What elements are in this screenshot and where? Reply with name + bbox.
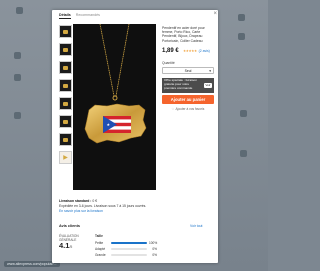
- thumbnail-5[interactable]: [59, 97, 72, 110]
- dist-bar: [111, 242, 147, 244]
- tab-details[interactable]: Détails: [59, 13, 71, 19]
- overall-rating-score: 4.1/5: [59, 242, 85, 251]
- pendant-illustration: ★: [73, 23, 156, 190]
- chevron-down-icon: ▾: [209, 69, 211, 73]
- thumbnail-3[interactable]: [59, 61, 72, 74]
- pendant-thumb-image: [63, 65, 68, 70]
- star-rating-icon: ★★★★★: [183, 49, 197, 53]
- reviews-heading: Avis clients: [59, 224, 80, 228]
- delivery-info: Livraison standard : 0 € Expédiée en 3-6…: [59, 199, 146, 213]
- thumbnail-list: ▶: [59, 25, 72, 169]
- pendant-thumb-image: [63, 101, 68, 106]
- thumbnail-1[interactable]: [59, 25, 72, 38]
- dist-bar: [111, 248, 147, 250]
- bg-side-icon-5[interactable]: [240, 150, 247, 157]
- dist-row: Grande 0%: [95, 253, 157, 257]
- delivery-more-link[interactable]: En savoir plus sur la livraison: [59, 209, 146, 213]
- main-product-image[interactable]: ★: [73, 23, 156, 190]
- dist-header: Taille: [95, 234, 103, 238]
- delivery-standard: Livraison standard : 0 €: [59, 199, 146, 203]
- bg-side-icon-4[interactable]: [240, 110, 247, 117]
- pendant-thumb-image: [63, 119, 68, 124]
- dist-label: Adapté: [95, 247, 106, 251]
- dist-label: Petite: [95, 241, 104, 245]
- flag-icon: ★: [103, 116, 131, 133]
- wishlist-label: Ajouter à vos favoris: [175, 107, 205, 111]
- pendant-thumb-image: [63, 137, 68, 142]
- see-all-reviews-link[interactable]: Voir tout: [190, 224, 202, 228]
- quantity-label: Quantité: [162, 61, 175, 65]
- size-fit-distribution: Taille Petite 100% Adapté 0% Grande 0%: [95, 234, 157, 259]
- tab-recommended[interactable]: Recommandés: [76, 13, 100, 19]
- score-max: /5: [69, 245, 73, 249]
- dist-fill: [111, 242, 147, 244]
- thumbnail-4[interactable]: [59, 79, 72, 92]
- add-to-cart-button[interactable]: Ajouter au panier: [162, 95, 214, 104]
- bg-side-icon-3[interactable]: [14, 112, 21, 119]
- modal-tabs: Détails Recommandés: [59, 13, 100, 19]
- score-value: 4.1: [59, 241, 70, 250]
- bg-logo-icon[interactable]: [16, 7, 23, 14]
- thumbnail-2[interactable]: [59, 43, 72, 56]
- dist-pct: 100%: [149, 241, 158, 245]
- thumbnail-7[interactable]: [59, 133, 72, 146]
- dist-row: Adapté 0%: [95, 247, 157, 251]
- delivery-timing: Expédiée en 3-6 jours. Livraison sous 7 …: [59, 204, 147, 208]
- pendant-thumb-image: [63, 83, 68, 88]
- delivery-standard-value: 0 €: [92, 199, 98, 203]
- product-quickview-modal: × Détails Recommandés ▶ ★ Pendentif en a…: [52, 10, 218, 263]
- overall-rating: ÉVALUATION GÉNÉRALE 4.1/5: [59, 234, 85, 251]
- wishlist-link[interactable]: ♡Ajouter à vos favoris: [162, 107, 214, 111]
- quantity-select[interactable]: Seul ▾: [162, 67, 214, 74]
- promo-banner: Offre spéciale : livraison gratuite pour…: [162, 78, 214, 93]
- delivery-standard-label: Livraison standard :: [59, 199, 92, 203]
- promo-text: Offre spéciale : livraison gratuite pour…: [164, 78, 197, 90]
- dist-pct: 0%: [152, 253, 157, 257]
- bg-cart-icon[interactable]: [238, 14, 245, 21]
- close-icon[interactable]: ×: [213, 11, 217, 17]
- thumbnail-6[interactable]: [59, 115, 72, 128]
- svg-text:★: ★: [107, 122, 111, 127]
- product-price: 1,89 €: [162, 48, 179, 54]
- dist-label: Grande: [95, 253, 106, 257]
- quantity-value: Seul: [184, 68, 192, 73]
- thumbnail-video[interactable]: ▶: [59, 151, 72, 164]
- product-title: Pendentif en acier doré pour femme, Port…: [162, 26, 205, 43]
- review-count[interactable]: (2 avis): [199, 49, 210, 53]
- bg-user-icon[interactable]: [238, 33, 245, 40]
- promo-button[interactable]: Voir: [203, 83, 212, 88]
- dist-row: Petite 100%: [95, 241, 157, 245]
- product-rating[interactable]: ★★★★★ (2 avis): [183, 49, 210, 53]
- bg-side-icon-1[interactable]: [14, 52, 21, 59]
- dist-bar: [111, 254, 147, 256]
- dist-pct: 0%: [152, 247, 157, 251]
- pendant-thumb-image: [63, 29, 68, 34]
- pendant-thumb-image: [63, 47, 68, 52]
- play-icon: ▶: [63, 155, 68, 161]
- bg-side-icon-2[interactable]: [14, 74, 21, 81]
